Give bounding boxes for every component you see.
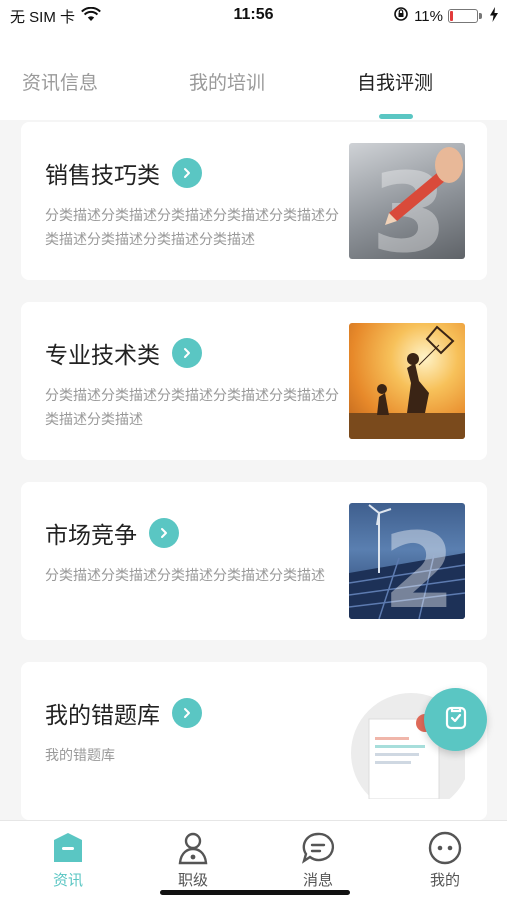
- card-title: 专业技术类: [45, 343, 160, 369]
- svg-text:2: 2: [383, 510, 455, 619]
- top-tab-bar: 资讯信息 我的培训 自我评测: [0, 32, 507, 120]
- card-description: 分类描述分类描述分类描述分类描述分类描述分类描述分类描述分类描述分类描述: [45, 208, 339, 248]
- chevron-right-icon[interactable]: [172, 698, 202, 728]
- card-image-kite: [349, 323, 465, 439]
- battery-percent: 11%: [414, 7, 443, 25]
- nav-label: 资讯: [52, 871, 83, 889]
- card-description: 分类描述分类描述分类描述分类描述分类描述: [45, 568, 325, 584]
- card-title: 市场竞争: [45, 523, 137, 549]
- category-card-sales[interactable]: 销售技巧类 分类描述分类描述分类描述分类描述分类描述分类描述分类描述分类描述分类…: [21, 122, 487, 280]
- active-tab-indicator: [379, 114, 413, 119]
- tab-news[interactable]: 资讯信息: [22, 68, 98, 95]
- category-card-technical[interactable]: 专业技术类 分类描述分类描述分类描述分类描述分类描述分类描述分类描述: [21, 302, 487, 460]
- battery-fill: [450, 11, 453, 21]
- battery-icon: [448, 9, 482, 23]
- rank-icon: [148, 829, 238, 867]
- bottom-tab-bar: 资讯 职级 消息 我的: [0, 820, 507, 900]
- category-card-wrong-questions[interactable]: 我的错题库 我的错题库: [21, 662, 487, 820]
- tab-self-assessment[interactable]: 自我评测: [357, 68, 433, 95]
- nav-rank[interactable]: 职级: [148, 829, 238, 890]
- chevron-right-icon[interactable]: [172, 158, 202, 188]
- card-image-solar: 2: [349, 503, 465, 619]
- chevron-right-icon[interactable]: [149, 518, 179, 548]
- card-title: 我的错题库: [45, 703, 160, 729]
- orientation-lock-icon: [393, 6, 409, 26]
- message-icon: [273, 829, 363, 867]
- card-image-writing: 3: [349, 143, 465, 259]
- nav-label: 我的: [429, 871, 460, 889]
- charging-icon: [489, 6, 499, 26]
- news-icon: [23, 829, 113, 867]
- nav-label: 消息: [302, 871, 333, 889]
- status-bar: 无 SIM 卡 11:56 11%: [0, 0, 507, 32]
- profile-icon: [400, 829, 490, 867]
- category-card-market[interactable]: 市场竞争 分类描述分类描述分类描述分类描述分类描述 2: [21, 482, 487, 640]
- nav-messages[interactable]: 消息: [273, 829, 363, 890]
- chevron-right-icon[interactable]: [172, 338, 202, 368]
- nav-news[interactable]: 资讯: [23, 829, 113, 890]
- card-title: 销售技巧类: [45, 163, 160, 189]
- home-indicator: [160, 890, 350, 895]
- nav-profile[interactable]: 我的: [400, 829, 490, 890]
- tab-training[interactable]: 我的培训: [189, 68, 265, 95]
- clipboard-check-button[interactable]: [424, 688, 487, 751]
- clipboard-check-icon: [442, 704, 470, 736]
- card-description: 我的错题库: [45, 748, 115, 764]
- nav-label: 职级: [177, 871, 208, 889]
- card-description: 分类描述分类描述分类描述分类描述分类描述分类描述分类描述: [45, 388, 339, 428]
